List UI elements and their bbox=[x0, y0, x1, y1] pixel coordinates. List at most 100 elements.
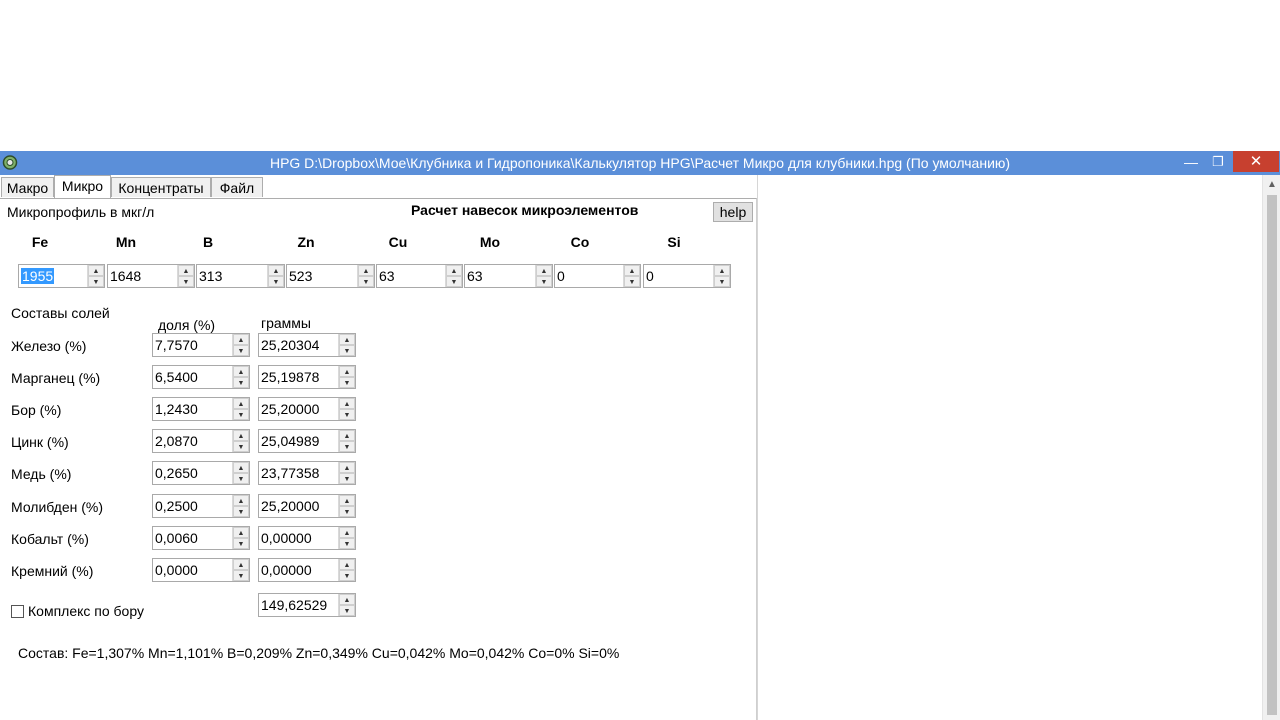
salt-grams-value[interactable]: 23,77358 bbox=[259, 462, 339, 484]
scroll-thumb[interactable] bbox=[1267, 195, 1277, 715]
salt-share-input[interactable]: 0,0000 ▲ ▼ bbox=[152, 558, 250, 582]
salt-share-value[interactable]: 0,2500 bbox=[153, 495, 233, 517]
spin-down-icon[interactable]: ▼ bbox=[624, 276, 640, 287]
spin-up-icon[interactable]: ▲ bbox=[268, 265, 284, 276]
salt-share-value[interactable]: 0,2650 bbox=[153, 462, 233, 484]
salt-share-input[interactable]: 1,2430 ▲ ▼ bbox=[152, 397, 250, 421]
spin-up-icon[interactable]: ▲ bbox=[339, 366, 355, 377]
spin-down-icon[interactable]: ▼ bbox=[233, 409, 249, 420]
spin-up-icon[interactable]: ▲ bbox=[624, 265, 640, 276]
salt-grams-value[interactable]: 0,00000 bbox=[259, 559, 339, 581]
salt-grams-input[interactable]: 25,04989 ▲ ▼ bbox=[258, 429, 356, 453]
tab-file[interactable]: Файл bbox=[211, 177, 263, 197]
total-grams-input[interactable]: 149,62529 ▲ ▼ bbox=[258, 593, 356, 617]
co-input[interactable]: 0 ▲ ▼ bbox=[554, 264, 641, 288]
salt-grams-value[interactable]: 25,04989 bbox=[259, 430, 339, 452]
spin-down-icon[interactable]: ▼ bbox=[446, 276, 462, 287]
spin-down-icon[interactable]: ▼ bbox=[233, 506, 249, 517]
boron-complex-label[interactable]: Комплекс по бору bbox=[28, 603, 144, 619]
salt-grams-input[interactable]: 23,77358 ▲ ▼ bbox=[258, 461, 356, 485]
spin-down-icon[interactable]: ▼ bbox=[233, 441, 249, 452]
spin-down-icon[interactable]: ▼ bbox=[339, 441, 355, 452]
spin-up-icon[interactable]: ▲ bbox=[233, 430, 249, 441]
spin-down-icon[interactable]: ▼ bbox=[339, 538, 355, 549]
help-button[interactable]: help bbox=[713, 202, 753, 222]
close-button[interactable]: ✕ bbox=[1233, 151, 1279, 172]
salt-grams-input[interactable]: 0,00000 ▲ ▼ bbox=[258, 558, 356, 582]
si-input[interactable]: 0 ▲ ▼ bbox=[643, 264, 731, 288]
spin-up-icon[interactable]: ▲ bbox=[339, 495, 355, 506]
spin-down-icon[interactable]: ▼ bbox=[233, 473, 249, 484]
tab-macro[interactable]: Макро bbox=[1, 177, 54, 197]
spin-up-icon[interactable]: ▲ bbox=[714, 265, 730, 276]
co-value[interactable]: 0 bbox=[555, 265, 624, 287]
spin-up-icon[interactable]: ▲ bbox=[339, 594, 355, 605]
spin-down-icon[interactable]: ▼ bbox=[178, 276, 194, 287]
spin-up-icon[interactable]: ▲ bbox=[233, 495, 249, 506]
spin-down-icon[interactable]: ▼ bbox=[714, 276, 730, 287]
spin-up-icon[interactable]: ▲ bbox=[178, 265, 194, 276]
zn-value[interactable]: 523 bbox=[287, 265, 358, 287]
salt-grams-input[interactable]: 25,20304 ▲ ▼ bbox=[258, 333, 356, 357]
spin-down-icon[interactable]: ▼ bbox=[233, 345, 249, 356]
scroll-up-icon[interactable]: ▲ bbox=[1263, 177, 1280, 193]
salt-grams-value[interactable]: 25,20000 bbox=[259, 398, 339, 420]
salt-share-input[interactable]: 6,5400 ▲ ▼ bbox=[152, 365, 250, 389]
salt-share-value[interactable]: 2,0870 bbox=[153, 430, 233, 452]
salt-grams-value[interactable]: 25,20304 bbox=[259, 334, 339, 356]
spin-up-icon[interactable]: ▲ bbox=[233, 559, 249, 570]
spin-up-icon[interactable]: ▲ bbox=[339, 430, 355, 441]
spin-down-icon[interactable]: ▼ bbox=[339, 345, 355, 356]
maximize-button[interactable]: ❐ bbox=[1205, 151, 1231, 173]
cu-value[interactable]: 63 bbox=[377, 265, 446, 287]
spin-down-icon[interactable]: ▼ bbox=[233, 538, 249, 549]
mo-input[interactable]: 63 ▲ ▼ bbox=[464, 264, 553, 288]
salt-share-input[interactable]: 0,0060 ▲ ▼ bbox=[152, 526, 250, 550]
salt-grams-value[interactable]: 25,19878 bbox=[259, 366, 339, 388]
b-value[interactable]: 313 bbox=[197, 265, 268, 287]
si-value[interactable]: 0 bbox=[644, 265, 714, 287]
salt-share-input[interactable]: 7,7570 ▲ ▼ bbox=[152, 333, 250, 357]
spin-up-icon[interactable]: ▲ bbox=[233, 527, 249, 538]
salt-share-value[interactable]: 0,0060 bbox=[153, 527, 233, 549]
mo-value[interactable]: 63 bbox=[465, 265, 536, 287]
spin-up-icon[interactable]: ▲ bbox=[233, 462, 249, 473]
fe-input[interactable]: 1955 ▲ ▼ bbox=[18, 264, 105, 288]
spin-down-icon[interactable]: ▼ bbox=[233, 570, 249, 581]
spin-up-icon[interactable]: ▲ bbox=[536, 265, 552, 276]
total-grams-value[interactable]: 149,62529 bbox=[259, 594, 339, 616]
spin-up-icon[interactable]: ▲ bbox=[358, 265, 374, 276]
spin-down-icon[interactable]: ▼ bbox=[88, 276, 104, 287]
spin-down-icon[interactable]: ▼ bbox=[358, 276, 374, 287]
vertical-scrollbar[interactable]: ▲ bbox=[1262, 175, 1280, 720]
salt-share-input[interactable]: 0,2650 ▲ ▼ bbox=[152, 461, 250, 485]
salt-share-value[interactable]: 0,0000 bbox=[153, 559, 233, 581]
spin-down-icon[interactable]: ▼ bbox=[268, 276, 284, 287]
salt-grams-value[interactable]: 25,20000 bbox=[259, 495, 339, 517]
salt-share-input[interactable]: 2,0870 ▲ ▼ bbox=[152, 429, 250, 453]
spin-down-icon[interactable]: ▼ bbox=[339, 377, 355, 388]
spin-down-icon[interactable]: ▼ bbox=[233, 377, 249, 388]
spin-up-icon[interactable]: ▲ bbox=[446, 265, 462, 276]
mn-value[interactable]: 1648 bbox=[108, 265, 178, 287]
tab-concentrates[interactable]: Концентраты bbox=[111, 177, 211, 197]
spin-down-icon[interactable]: ▼ bbox=[339, 506, 355, 517]
spin-up-icon[interactable]: ▲ bbox=[233, 334, 249, 345]
cu-input[interactable]: 63 ▲ ▼ bbox=[376, 264, 463, 288]
salt-share-value[interactable]: 6,5400 bbox=[153, 366, 233, 388]
salt-share-input[interactable]: 0,2500 ▲ ▼ bbox=[152, 494, 250, 518]
salt-grams-input[interactable]: 25,20000 ▲ ▼ bbox=[258, 397, 356, 421]
spin-up-icon[interactable]: ▲ bbox=[339, 398, 355, 409]
spin-down-icon[interactable]: ▼ bbox=[339, 409, 355, 420]
spin-up-icon[interactable]: ▲ bbox=[339, 462, 355, 473]
spin-up-icon[interactable]: ▲ bbox=[233, 366, 249, 377]
zn-input[interactable]: 523 ▲ ▼ bbox=[286, 264, 375, 288]
spin-down-icon[interactable]: ▼ bbox=[339, 570, 355, 581]
minimize-button[interactable]: — bbox=[1180, 151, 1202, 173]
salt-share-value[interactable]: 1,2430 bbox=[153, 398, 233, 420]
spin-down-icon[interactable]: ▼ bbox=[339, 473, 355, 484]
spin-up-icon[interactable]: ▲ bbox=[339, 334, 355, 345]
mn-input[interactable]: 1648 ▲ ▼ bbox=[107, 264, 195, 288]
b-input[interactable]: 313 ▲ ▼ bbox=[196, 264, 285, 288]
spin-down-icon[interactable]: ▼ bbox=[339, 605, 355, 616]
